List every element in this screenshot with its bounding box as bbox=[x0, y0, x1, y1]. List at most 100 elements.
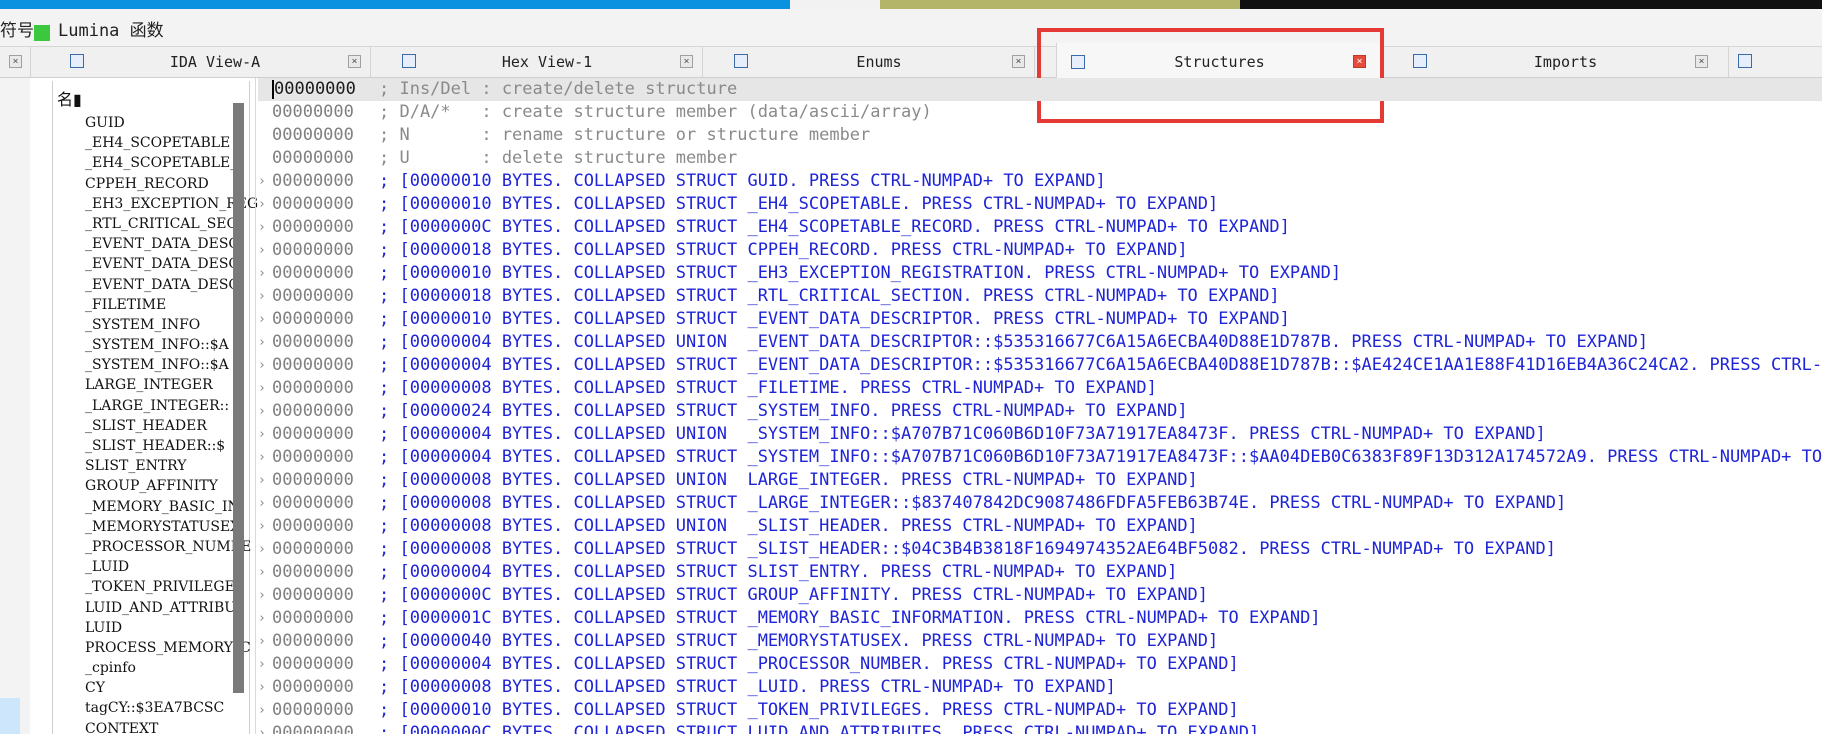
collapsed-struct-line[interactable]: › 00000000 ; [00000004 BYTES. COLLAPSED ST… bbox=[258, 446, 1822, 469]
expand-arrow-icon[interactable]: › bbox=[258, 285, 272, 308]
close-icon[interactable]: × bbox=[1012, 55, 1025, 68]
collapsed-struct-line[interactable]: › 00000000 ; [0000000C BYTES. COLLAPSED ST… bbox=[258, 584, 1822, 607]
list-item[interactable]: _SLIST_HEADER::$ bbox=[85, 436, 278, 456]
collapsed-struct-line[interactable]: › 00000000 ; [00000008 BYTES. COLLAPSED ST… bbox=[258, 492, 1822, 515]
list-item[interactable]: _FILETIME bbox=[85, 295, 278, 315]
list-item[interactable]: _RTL_CRITICAL_SEC bbox=[85, 214, 278, 234]
expand-arrow-icon[interactable]: › bbox=[258, 262, 272, 285]
list-item[interactable]: _EVENT_DATA_DESC bbox=[85, 275, 278, 295]
list-item[interactable]: tagCY::$3EA7BCSC bbox=[85, 698, 278, 718]
list-item[interactable]: _EH3_EXCEPTION_REG bbox=[85, 194, 278, 214]
tab-imports[interactable]: Imports × bbox=[1403, 47, 1729, 77]
collapsed-struct-line[interactable]: › 00000000 ; [00000004 BYTES. COLLAPSED ST… bbox=[258, 561, 1822, 584]
collapsed-struct-line[interactable]: › 00000000 ; [00000004 BYTES. COLLAPSED UN… bbox=[258, 331, 1822, 354]
list-item[interactable]: _SLIST_HEADER bbox=[85, 416, 278, 436]
collapsed-struct-line[interactable]: › 00000000 ; [0000000C BYTES. COLLAPSED ST… bbox=[258, 216, 1822, 239]
expand-arrow-icon[interactable]: › bbox=[258, 239, 272, 262]
expand-arrow-icon[interactable]: › bbox=[258, 607, 272, 630]
expand-arrow-icon[interactable]: › bbox=[258, 331, 272, 354]
collapsed-struct-line[interactable]: › 00000000 ; [00000008 BYTES. COLLAPSED ST… bbox=[258, 538, 1822, 561]
close-icon[interactable]: × bbox=[1353, 55, 1366, 68]
expand-arrow-icon[interactable]: › bbox=[258, 515, 272, 538]
collapsed-struct-line[interactable]: › 00000000 ; [00000008 BYTES. COLLAPSED UN… bbox=[258, 515, 1822, 538]
list-item[interactable]: GROUP_AFFINITY bbox=[85, 476, 278, 496]
expand-arrow-icon[interactable]: › bbox=[258, 699, 272, 722]
collapsed-struct-line[interactable]: › 00000000 ; [00000018 BYTES. COLLAPSED ST… bbox=[258, 285, 1822, 308]
list-item[interactable]: _EVENT_DATA_DESC bbox=[85, 254, 278, 274]
help-line[interactable]: 00000000 ; U : delete structure member bbox=[258, 147, 1822, 170]
tab-partial[interactable]: × bbox=[0, 47, 31, 77]
list-item[interactable]: CPPEH_RECORD bbox=[85, 174, 278, 194]
expand-arrow-icon[interactable]: › bbox=[258, 308, 272, 331]
expand-arrow-icon[interactable]: › bbox=[258, 584, 272, 607]
list-item[interactable]: _EH4_SCOPETABLE_ bbox=[85, 153, 278, 173]
collapsed-struct-line[interactable]: › 00000000 ; [00000040 BYTES. COLLAPSED ST… bbox=[258, 630, 1822, 653]
list-item[interactable]: LUID bbox=[85, 618, 278, 638]
sidebar-header[interactable]: 名▮ bbox=[57, 86, 82, 110]
list-item[interactable]: _TOKEN_PRIVILEGE bbox=[85, 577, 278, 597]
list-item[interactable]: SLIST_ENTRY bbox=[85, 456, 278, 476]
list-item[interactable]: _LARGE_INTEGER:: bbox=[85, 396, 278, 416]
list-item[interactable]: _SYSTEM_INFO::$A bbox=[85, 355, 278, 375]
expand-arrow-icon[interactable]: › bbox=[258, 193, 272, 216]
expand-arrow-icon[interactable]: › bbox=[258, 400, 272, 423]
collapsed-struct-line[interactable]: › 00000000 ; [00000004 BYTES. COLLAPSED UN… bbox=[258, 423, 1822, 446]
collapsed-struct-line[interactable]: › 00000000 ; [00000018 BYTES. COLLAPSED ST… bbox=[258, 239, 1822, 262]
list-item[interactable]: _cpinfo bbox=[85, 658, 278, 678]
expand-arrow-icon[interactable]: › bbox=[258, 469, 272, 492]
close-icon[interactable]: × bbox=[680, 55, 693, 68]
tab-hex-view[interactable]: Hex View-1 × bbox=[392, 47, 703, 77]
tab-partial-right[interactable] bbox=[1728, 47, 1822, 77]
close-icon[interactable]: × bbox=[1695, 55, 1708, 68]
collapsed-struct-line[interactable]: › 00000000 ; [00000010 BYTES. COLLAPSED ST… bbox=[258, 193, 1822, 216]
help-line[interactable]: 00000000 ; D/A/* : create structure membe… bbox=[258, 101, 1822, 124]
collapsed-struct-line[interactable]: › 00000000 ; [00000008 BYTES. COLLAPSED ST… bbox=[258, 377, 1822, 400]
help-line[interactable]: 00000000 ; Ins/Del : create/delete struct… bbox=[258, 78, 1822, 101]
expand-arrow-icon[interactable]: › bbox=[258, 216, 272, 239]
list-item[interactable]: CONTEXT bbox=[85, 719, 278, 733]
expand-arrow-icon[interactable]: › bbox=[258, 446, 272, 469]
collapsed-struct-line[interactable]: › 00000000 ; [00000004 BYTES. COLLAPSED ST… bbox=[258, 653, 1822, 676]
expand-arrow-icon[interactable]: › bbox=[258, 170, 272, 193]
help-line[interactable]: 00000000 ; N : rename structure or struct… bbox=[258, 124, 1822, 147]
collapsed-struct-line[interactable]: › 00000000 ; [00000010 BYTES. COLLAPSED ST… bbox=[258, 308, 1822, 331]
list-item[interactable]: _EVENT_DATA_DESC bbox=[85, 234, 278, 254]
list-item[interactable]: GUID bbox=[85, 113, 278, 133]
expand-arrow-icon[interactable]: › bbox=[258, 653, 272, 676]
expand-arrow-icon[interactable]: › bbox=[258, 630, 272, 653]
sidebar-scrollbar[interactable] bbox=[233, 103, 244, 693]
collapsed-struct-line[interactable]: › 00000000 ; [0000000C BYTES. COLLAPSED ST… bbox=[258, 722, 1822, 734]
list-item[interactable]: CY bbox=[85, 678, 278, 698]
collapsed-struct-line[interactable]: › 00000000 ; [00000024 BYTES. COLLAPSED ST… bbox=[258, 400, 1822, 423]
list-item[interactable]: _MEMORYSTATUSEX bbox=[85, 517, 278, 537]
collapsed-struct-line[interactable]: › 00000000 ; [00000010 BYTES. COLLAPSED ST… bbox=[258, 699, 1822, 722]
tab-ida-view[interactable]: IDA View-A × bbox=[60, 47, 371, 77]
collapsed-struct-line[interactable]: › 00000000 ; [0000001C BYTES. COLLAPSED ST… bbox=[258, 607, 1822, 630]
collapsed-struct-line[interactable]: › 00000000 ; [00000010 BYTES. COLLAPSED ST… bbox=[258, 262, 1822, 285]
tab-structures[interactable]: Structures × bbox=[1056, 43, 1383, 83]
list-item[interactable]: PROCESS_MEMORY_C bbox=[85, 638, 278, 658]
close-icon[interactable]: × bbox=[348, 55, 361, 68]
list-item[interactable]: _PROCESSOR_NUMBE bbox=[85, 537, 278, 557]
expand-arrow-icon[interactable]: › bbox=[258, 492, 272, 515]
list-item[interactable]: LARGE_INTEGER bbox=[85, 375, 278, 395]
collapsed-struct-line[interactable]: › 00000000 ; [00000008 BYTES. COLLAPSED ST… bbox=[258, 676, 1822, 699]
list-item[interactable]: LUID_AND_ATTRIBU bbox=[85, 598, 278, 618]
expand-arrow-icon[interactable]: › bbox=[258, 354, 272, 377]
expand-arrow-icon[interactable]: › bbox=[258, 423, 272, 446]
expand-arrow-icon[interactable]: › bbox=[258, 676, 272, 699]
collapsed-struct-line[interactable]: › 00000000 ; [00000008 BYTES. COLLAPSED UN… bbox=[258, 469, 1822, 492]
expand-arrow-icon[interactable]: › bbox=[258, 538, 272, 561]
list-item[interactable]: _LUID bbox=[85, 557, 278, 577]
list-item[interactable]: _SYSTEM_INFO::$A bbox=[85, 335, 278, 355]
list-item[interactable]: _EH4_SCOPETABLE bbox=[85, 133, 278, 153]
collapsed-struct-line[interactable]: › 00000000 ; [00000004 BYTES. COLLAPSED ST… bbox=[258, 354, 1822, 377]
tab-enums[interactable]: Enums × bbox=[724, 47, 1035, 77]
expand-arrow-icon[interactable]: › bbox=[258, 722, 272, 734]
list-item[interactable]: _SYSTEM_INFO bbox=[85, 315, 278, 335]
list-item[interactable]: _MEMORY_BASIC_IN bbox=[85, 497, 278, 517]
close-icon[interactable]: × bbox=[9, 55, 22, 68]
expand-arrow-icon[interactable]: › bbox=[258, 377, 272, 400]
collapsed-struct-line[interactable]: › 00000000 ; [00000010 BYTES. COLLAPSED ST… bbox=[258, 170, 1822, 193]
expand-arrow-icon[interactable]: › bbox=[258, 561, 272, 584]
